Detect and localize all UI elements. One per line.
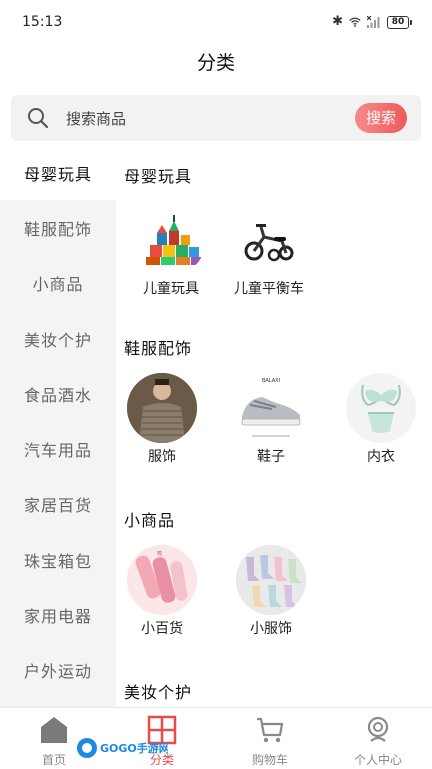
sidebar-item-outdoor-sports[interactable]: 户外运动 [0,643,116,698]
search-icon [28,108,49,129]
product-label: 儿童平衡车 [234,281,304,297]
svg-text:BALAXI: BALAXI [262,378,280,384]
kids-toys-image [136,205,206,275]
sidebar-item-car-supplies[interactable]: 汽车用品 [0,421,116,476]
product-underwear[interactable]: 内衣 [326,373,432,466]
search-button[interactable]: 搜索 [355,103,407,133]
profile-icon [367,716,389,742]
watermark-logo: GOGO手游网 [76,735,170,761]
product-label: 内衣 [367,449,395,465]
svg-text:梳: 梳 [157,550,162,557]
tab-label: 购物车 [251,753,288,767]
cart-icon [257,717,284,743]
section-title: 母婴玩具 [124,167,193,186]
product-label: 儿童玩具 [143,281,199,297]
sidebar-item-appliances[interactable]: 家用电器 [0,587,116,642]
search-input[interactable]: 搜索商品 [66,108,126,129]
sidebar-item-food-drinks[interactable]: 食品酒水 [0,366,116,421]
small-goods-image: 梳 [127,545,197,615]
svg-text:GOGO手游网: GOGO手游网 [100,741,168,755]
sidebar-item-small-goods[interactable]: 小商品 [0,256,116,311]
shoes-image: BALAXI [236,373,306,443]
product-label: 鞋子 [257,449,285,465]
tab-cart[interactable]: 购物车 [216,708,324,769]
small-accessories-image [236,545,306,615]
battery-icon: 80 [387,15,412,29]
tab-profile[interactable]: 个人中心 [324,708,432,769]
sidebar-item-jewelry-bags[interactable]: 珠宝箱包 [0,532,116,587]
signal-icon [367,16,380,28]
sidebar-item-home-goods[interactable]: 家居百货 [0,477,116,532]
status-bar: 15:13 ✱ 80 [0,0,432,44]
home-icon [41,717,67,743]
balance-bike-image [234,205,304,275]
product-kids-toys[interactable]: 儿童玩具 [116,205,226,298]
underwear-image [346,373,416,443]
clothing-image [127,373,197,443]
product-clothing[interactable]: 服饰 [116,373,217,466]
section-title: 鞋服配饰 [124,339,193,358]
battery-level: 80 [387,15,409,29]
bluetooth-icon: ✱ [332,14,343,29]
bottom-tab-bar: 首页 分类 购物车 个人中心 [0,707,432,769]
search-bar[interactable]: 搜索商品 搜索 [11,95,421,141]
sidebar-item-mother-baby-toys[interactable]: 母婴玩具 [0,145,116,201]
section-title: 小商品 [124,511,176,530]
product-label: 服饰 [148,449,176,465]
tab-label: 个人中心 [353,753,402,767]
wifi-icon [349,17,361,27]
page-title: 分类 [196,52,235,74]
product-label: 小百货 [141,621,183,637]
status-time: 15:13 [22,14,63,30]
product-kids-balance-bike[interactable]: 儿童平衡车 [214,205,324,298]
category-sidebar: 母婴玩具 鞋服配饰 小商品 美妆个护 食品酒水 汽车用品 家居百货 珠宝箱包 家… [0,145,116,707]
product-shoes[interactable]: BALAXI 鞋子 [216,373,326,466]
status-icons: ✱ 80 [332,14,412,30]
product-small-accessories[interactable]: 小服饰 [216,545,326,638]
sidebar-item-beauty-care[interactable]: 美妆个护 [0,311,116,366]
category-content: 母婴玩具 儿童玩具 儿童平衡车 鞋服配饰 服饰 BALAXI 鞋子 内衣 小商品… [116,145,432,707]
sidebar-item-shoes-clothing[interactable]: 鞋服配饰 [0,200,116,255]
product-small-household-goods[interactable]: 梳 小百货 [116,545,217,638]
section-title: 美妆个护 [124,683,193,702]
product-label: 小服饰 [250,621,292,637]
